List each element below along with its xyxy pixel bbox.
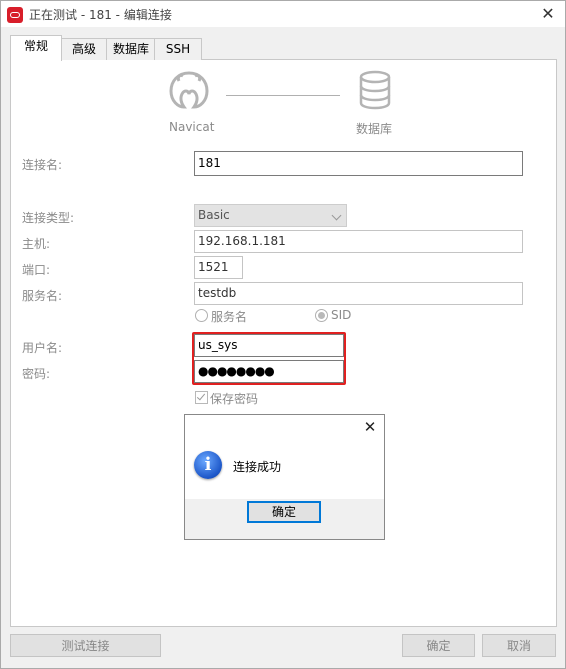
dialog-body: i 连接成功 bbox=[185, 439, 384, 499]
tab-general[interactable]: 常规 bbox=[10, 35, 62, 61]
test-connection-button[interactable]: 测试连接 bbox=[10, 634, 161, 657]
window-close-icon[interactable]: ✕ bbox=[537, 3, 559, 25]
sid-radio[interactable] bbox=[315, 309, 328, 322]
tab-databases[interactable]: 数据库 bbox=[106, 38, 156, 60]
host-label: 主机: bbox=[22, 237, 51, 251]
service-name-radio[interactable] bbox=[195, 309, 208, 322]
host-input[interactable]: 192.168.1.181 bbox=[194, 230, 523, 253]
credentials-highlight-box bbox=[192, 332, 346, 385]
window-title: 正在测试 - 181 - 编辑连接 bbox=[29, 8, 172, 22]
tab-ssh[interactable]: SSH bbox=[154, 38, 202, 60]
navicat-logo-label: Navicat bbox=[169, 120, 215, 134]
port-label: 端口: bbox=[22, 263, 51, 277]
edit-connection-window: 正在测试 - 181 - 编辑连接 ✕ Navicat 数据库 连接名: 181… bbox=[0, 0, 566, 669]
sid-radio-label: SID bbox=[331, 308, 352, 322]
service-name-label: 服务名: bbox=[22, 289, 63, 303]
port-input[interactable]: 1521 bbox=[194, 256, 243, 279]
connection-success-dialog: ✕ i 连接成功 确定 bbox=[184, 414, 385, 540]
general-tab-panel: Navicat 数据库 连接名: 181 连接类型: Basic 主机: 192… bbox=[10, 59, 557, 627]
save-password-checkbox[interactable] bbox=[195, 391, 208, 404]
save-password-label: 保存密码 bbox=[210, 392, 259, 406]
chevron-down-icon bbox=[331, 210, 342, 221]
service-name-input[interactable]: testdb bbox=[194, 282, 523, 305]
navicat-logo-icon bbox=[169, 71, 209, 109]
password-label: 密码: bbox=[22, 367, 51, 381]
dialog-title-bar[interactable]: ✕ bbox=[185, 415, 384, 439]
connector-line bbox=[226, 95, 340, 96]
connection-name-input[interactable]: 181 bbox=[194, 151, 523, 176]
info-icon: i bbox=[194, 451, 222, 479]
username-label: 用户名: bbox=[22, 341, 63, 355]
navicat-app-icon bbox=[7, 7, 23, 23]
tab-advanced[interactable]: 高级 bbox=[60, 38, 108, 60]
connection-type-select[interactable]: Basic bbox=[194, 204, 347, 227]
database-logo-label: 数据库 bbox=[356, 122, 393, 136]
title-bar[interactable]: 正在测试 - 181 - 编辑连接 ✕ bbox=[1, 1, 565, 27]
ok-button[interactable]: 确定 bbox=[402, 634, 475, 657]
service-name-radio-label: 服务名 bbox=[211, 310, 248, 324]
connection-name-label: 连接名: bbox=[22, 158, 63, 172]
dialog-close-icon[interactable]: ✕ bbox=[361, 418, 379, 436]
connection-type-value: Basic bbox=[198, 208, 230, 222]
database-icon bbox=[359, 70, 391, 110]
dialog-message: 连接成功 bbox=[233, 460, 282, 474]
cancel-button[interactable]: 取消 bbox=[482, 634, 556, 657]
connection-type-label: 连接类型: bbox=[22, 211, 75, 225]
dialog-ok-button[interactable]: 确定 bbox=[247, 501, 321, 523]
